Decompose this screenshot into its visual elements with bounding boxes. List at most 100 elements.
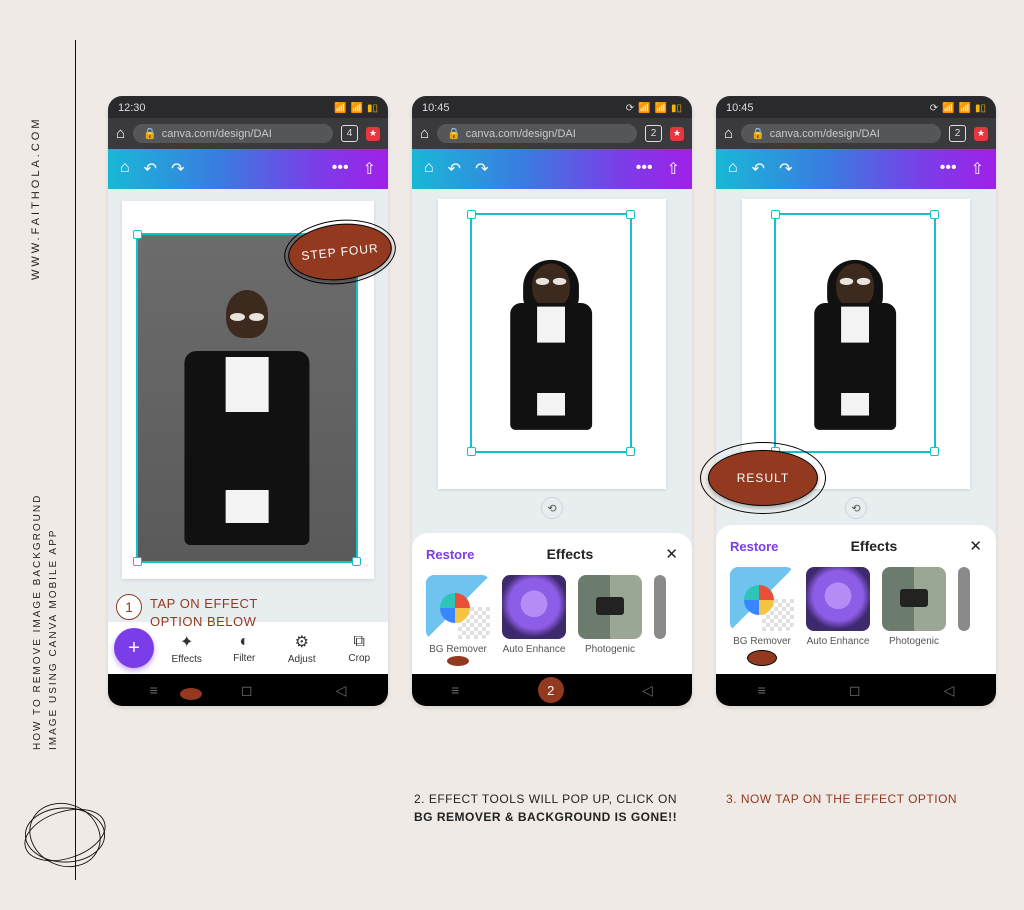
autoenhance-thumb (502, 575, 566, 639)
home-icon[interactable]: ⌂ (420, 125, 429, 142)
status-bar: 12:30 📶📶▮▯ (108, 96, 388, 118)
redo-icon[interactable]: ↷ (171, 159, 184, 179)
divider-line (75, 40, 76, 880)
image-selection[interactable] (470, 213, 632, 453)
status-bar: 10:45 ⟳📶📶▮▯ (716, 96, 996, 118)
undo-icon[interactable]: ↶ (144, 159, 157, 179)
canva-home-icon[interactable]: ⌂ (424, 159, 434, 179)
nav-back-icon[interactable]: ◁ (944, 682, 955, 699)
effects-title: Effects (851, 538, 898, 554)
effect-more[interactable] (958, 567, 970, 666)
effects-highlight-dot (180, 688, 202, 700)
site-url: WWW.FAITHOLA.COM (30, 117, 42, 281)
browser-bar: ⌂ 🔒 canva.com/design/DAI 4 ★ (108, 118, 388, 149)
effect-more[interactable] (654, 575, 666, 666)
status-icons: 📶📶▮▯ (330, 102, 378, 114)
tab-count[interactable]: 4 (341, 125, 358, 142)
artboard[interactable] (438, 199, 666, 489)
caption-step2: 2. EFFECT TOOLS WILL POP UP, CLICK ON BG… (414, 790, 704, 826)
lock-icon: 🔒 (751, 127, 765, 140)
add-button[interactable]: + (114, 628, 154, 668)
nav-back-icon[interactable]: ◁ (336, 682, 347, 699)
effect-auto-enhance[interactable]: Auto Enhance (806, 567, 870, 666)
sparkle-icon: ✦ (180, 632, 193, 652)
effect-photogenic[interactable]: Photogenic (578, 575, 642, 666)
close-icon[interactable]: ✕ (665, 545, 678, 563)
android-nav: ≡ ◻ ◁ (716, 674, 996, 706)
nav-menu-icon[interactable]: ≡ (150, 682, 158, 698)
lock-icon: 🔒 (447, 127, 461, 140)
bgremover-thumb (730, 567, 794, 631)
lock-icon: 🔒 (143, 127, 157, 140)
redo-icon[interactable]: ↷ (779, 159, 792, 179)
canva-home-icon[interactable]: ⌂ (120, 159, 130, 179)
nav-home-icon[interactable]: ◻ (849, 682, 861, 699)
tab-count[interactable]: 2 (949, 125, 966, 142)
more-icon[interactable]: ••• (940, 159, 957, 179)
rotate-icon[interactable]: ⟲ (541, 497, 563, 519)
nav-home-icon[interactable]: ◻ (241, 682, 253, 699)
effect-photogenic[interactable]: Photogenic (882, 567, 946, 666)
url-text: canva.com/design/DAI (162, 128, 272, 140)
canva-toolbar: ⌂ ↶ ↷ ••• ⇧ (412, 149, 692, 189)
canva-toolbar: ⌂ ↶ ↷ ••• ⇧ (716, 149, 996, 189)
nav-back-icon[interactable]: ◁ (642, 682, 653, 699)
bookmark-icon[interactable]: ★ (974, 127, 988, 141)
canva-home-icon[interactable]: ⌂ (728, 159, 738, 179)
restore-button[interactable]: Restore (426, 547, 474, 562)
bookmark-icon[interactable]: ★ (366, 127, 380, 141)
filter-button[interactable]: ◐ Filter (216, 633, 274, 664)
extra-thumb (654, 575, 666, 639)
address-bar[interactable]: 🔒 canva.com/design/DAI (437, 124, 637, 143)
restore-button[interactable]: Restore (730, 539, 778, 554)
clock: 12:30 (118, 102, 146, 114)
android-nav: ≡ 2 ◁ (412, 674, 692, 706)
selected-photo-nobg (776, 215, 934, 451)
share-icon[interactable]: ⇧ (971, 159, 984, 179)
effects-list: BG Remover Auto Enhance Photogenic (426, 575, 678, 666)
bookmark-icon[interactable]: ★ (670, 127, 684, 141)
image-selection[interactable] (774, 213, 936, 453)
home-icon[interactable]: ⌂ (724, 125, 733, 142)
caption-step3: 3. NOW TAP ON THE EFFECT OPTION (726, 790, 1006, 808)
home-icon[interactable]: ⌂ (116, 125, 125, 142)
browser-bar: ⌂ 🔒 canva.com/design/DAI 2 ★ (412, 118, 692, 149)
step-1-badge: 1 (116, 594, 142, 620)
effect-bg-remover[interactable]: BG Remover (730, 567, 794, 666)
undo-icon[interactable]: ↶ (448, 159, 461, 179)
selected-photo-nobg (472, 215, 630, 451)
adjust-button[interactable]: ⚙ Adjust (273, 632, 331, 665)
url-text: canva.com/design/DAI (770, 128, 880, 140)
effects-button[interactable]: ✦ Effects (158, 632, 216, 665)
share-icon[interactable]: ⇧ (667, 159, 680, 179)
filter-icon: ◐ (239, 633, 249, 651)
close-icon[interactable]: ✕ (969, 537, 982, 555)
more-icon[interactable]: ••• (332, 159, 349, 179)
status-bar: 10:45 ⟳📶📶▮▯ (412, 96, 692, 118)
share-icon[interactable]: ⇧ (363, 159, 376, 179)
effects-list: BG Remover Auto Enhance Photogenic (730, 567, 982, 666)
phone-result: 10:45 ⟳📶📶▮▯ ⌂ 🔒 canva.com/design/DAI 2 ★… (716, 96, 996, 706)
address-bar[interactable]: 🔒 canva.com/design/DAI (741, 124, 941, 143)
browser-bar: ⌂ 🔒 canva.com/design/DAI 2 ★ (716, 118, 996, 149)
tap-instruction: TAP ON EFFECT OPTION BELOW (150, 595, 258, 631)
redo-icon[interactable]: ↷ (475, 159, 488, 179)
address-bar[interactable]: 🔒 canva.com/design/DAI (133, 124, 333, 143)
nav-menu-icon[interactable]: ≡ (758, 682, 766, 698)
tab-count[interactable]: 2 (645, 125, 662, 142)
effect-auto-enhance[interactable]: Auto Enhance (502, 575, 566, 666)
phone-effects-panel: 10:45 ⟳📶📶▮▯ ⌂ 🔒 canva.com/design/DAI 2 ★… (412, 96, 692, 706)
nav-menu-icon[interactable]: ≡ (451, 682, 459, 698)
photogenic-thumb (882, 567, 946, 631)
highlight-dot (447, 656, 469, 666)
effect-bg-remover[interactable]: BG Remover (426, 575, 490, 666)
photogenic-thumb (578, 575, 642, 639)
extra-thumb (958, 567, 970, 631)
status-icons: ⟳📶📶▮▯ (622, 102, 682, 114)
rotate-icon[interactable]: ⟲ (845, 497, 867, 519)
canva-toolbar: ⌂ ↶ ↷ ••• ⇧ (108, 149, 388, 189)
more-icon[interactable]: ••• (636, 159, 653, 179)
undo-icon[interactable]: ↶ (752, 159, 765, 179)
clock: 10:45 (726, 102, 754, 114)
crop-button[interactable]: ⧉ Crop (331, 633, 389, 664)
